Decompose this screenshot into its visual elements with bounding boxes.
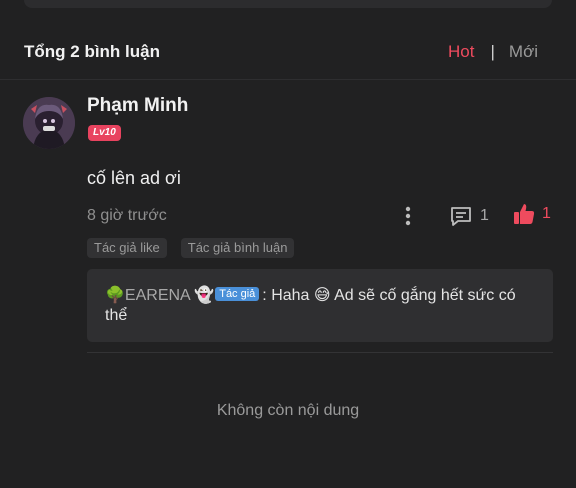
sort-options: Hot | Mới: [448, 42, 538, 62]
reply-count: 1: [480, 207, 489, 224]
sort-hot-tab[interactable]: Hot: [448, 42, 474, 62]
more-vertical-icon: [405, 206, 411, 226]
end-of-content: Không còn nội dung: [216, 402, 360, 419]
comment-icon: [451, 207, 471, 226]
comment-text: cố lên ad ơi: [87, 168, 181, 188]
tree-emoji: 🌳: [105, 287, 125, 304]
comments-header: Tổng 2 bình luận Hot | Mới: [0, 30, 576, 80]
author-badge: Tác giả: [215, 287, 260, 301]
more-options-button[interactable]: [398, 204, 418, 228]
comment-author[interactable]: Phạm Minh: [87, 95, 188, 117]
sort-new-tab[interactable]: Mới: [509, 42, 538, 62]
comment-input-box[interactable]: [24, 0, 552, 8]
ghost-emoji: 👻: [194, 287, 215, 304]
author-reply[interactable]: 🌳EARENA 👻 Tác giả: Haha 😅 Ad sẽ cố gắng h…: [87, 269, 553, 342]
tag-author-reply: Tác giả bình luận: [180, 238, 295, 258]
comment-time: 8 giờ trước: [87, 207, 167, 224]
divider: [87, 352, 553, 353]
like-button[interactable]: 1: [512, 202, 551, 226]
tag-author-like: Tác giả like: [87, 238, 167, 258]
like-count: 1: [542, 205, 551, 222]
reply-author[interactable]: EARENA: [125, 287, 190, 304]
thumbs-up-icon: [514, 204, 535, 224]
level-badge: Lv10: [88, 125, 121, 141]
comment-tags: Tác giả like Tác giả bình luận: [87, 238, 308, 258]
reply-button[interactable]: 1: [449, 204, 489, 228]
avatar[interactable]: [23, 97, 75, 149]
comment-count: Tổng 2 bình luận: [24, 42, 160, 61]
sort-separator: |: [490, 42, 495, 61]
